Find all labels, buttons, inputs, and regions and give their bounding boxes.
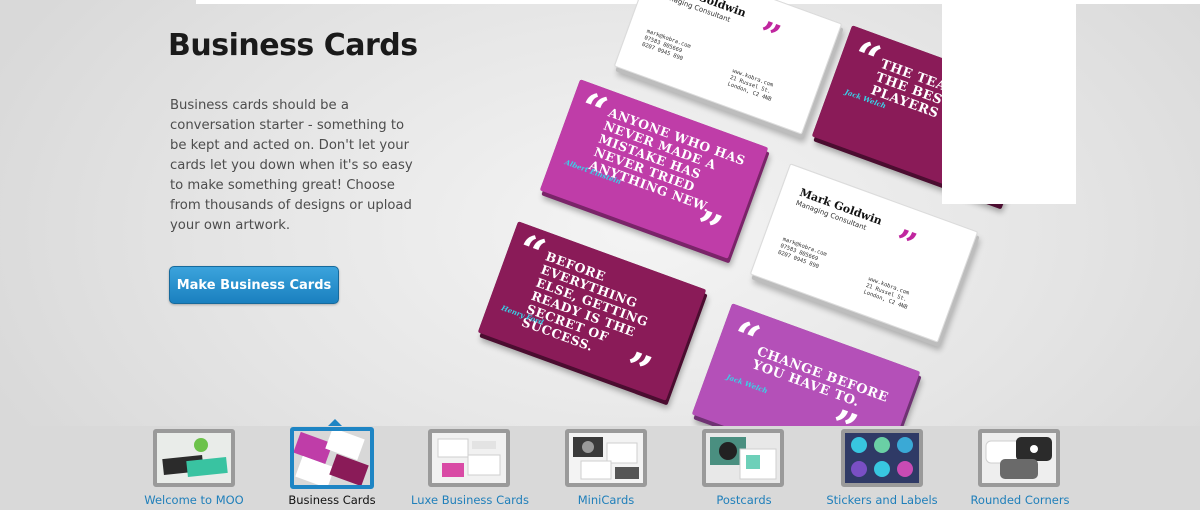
card-address: www.kobra.com 21 Russel St. London, C2 4… (726, 68, 774, 103)
card-quote: Anyone who has never made a mistake has … (587, 104, 748, 215)
card-quote: Before everything else, getting ready is… (519, 248, 651, 354)
nav-item-minicards[interactable]: MiniCards (536, 426, 676, 510)
quote-close-icon: ” (686, 201, 728, 258)
active-pointer-icon (328, 419, 342, 426)
quote-mark-icon: ” (887, 221, 922, 268)
quote-close-icon: ” (822, 400, 863, 426)
nav-label: Postcards (716, 493, 772, 507)
nav-item-welcome-to-moo[interactable]: Welcome to MOO (124, 426, 264, 510)
hero-banner: Business Cards Business cards should be … (0, 0, 1200, 426)
nav-label: Welcome to MOO (144, 493, 244, 507)
nav-label: Rounded Corners (970, 493, 1070, 507)
page-title: Business Cards (168, 28, 418, 63)
nav-item-luxe-business-cards[interactable]: Luxe Business Cards (400, 426, 540, 510)
card-ford: “ Before everything else, getting ready … (477, 221, 707, 401)
nav-label: Business Cards (288, 493, 376, 507)
nav-item-stickers-and-labels[interactable]: Stickers and Labels (812, 426, 952, 510)
thumbnail-business-cards (290, 427, 374, 489)
white-panel (942, 0, 1076, 204)
card-contact: mark@kobra.com 07583 805669 0207 0945 89… (776, 236, 828, 271)
card-quote: Change before you have to. (749, 344, 891, 411)
nav-label: Stickers and Labels (826, 493, 938, 507)
thumbnail-welcome (153, 429, 235, 487)
thumbnail-minicards (565, 429, 647, 487)
card-address: www.kobra.com 21 Russel St. London, C2 4… (862, 276, 910, 311)
hero-description: Business cards should be a conversation … (170, 98, 413, 233)
make-business-cards-button[interactable]: Make Business Cards (169, 266, 339, 304)
quote-mark-icon: ” (751, 13, 786, 60)
nav-item-business-cards[interactable]: Business Cards (262, 419, 402, 510)
thumbnail-rounded-corners (978, 429, 1060, 487)
thumbnail-postcards (702, 429, 784, 487)
thumbnail-stickers (841, 429, 923, 487)
nav-item-rounded-corners[interactable]: Rounded Corners (950, 426, 1090, 510)
product-nav: Welcome to MOO Business Cards Luxe Busin… (0, 419, 1200, 510)
card-contact: mark@kobra.com 07583 805669 0207 0945 89… (640, 28, 692, 63)
nav-label: MiniCards (577, 493, 635, 507)
nav-label: Luxe Business Cards (411, 493, 529, 507)
thumbnail-luxe (428, 429, 510, 487)
nav-item-postcards[interactable]: Postcards (674, 426, 814, 510)
